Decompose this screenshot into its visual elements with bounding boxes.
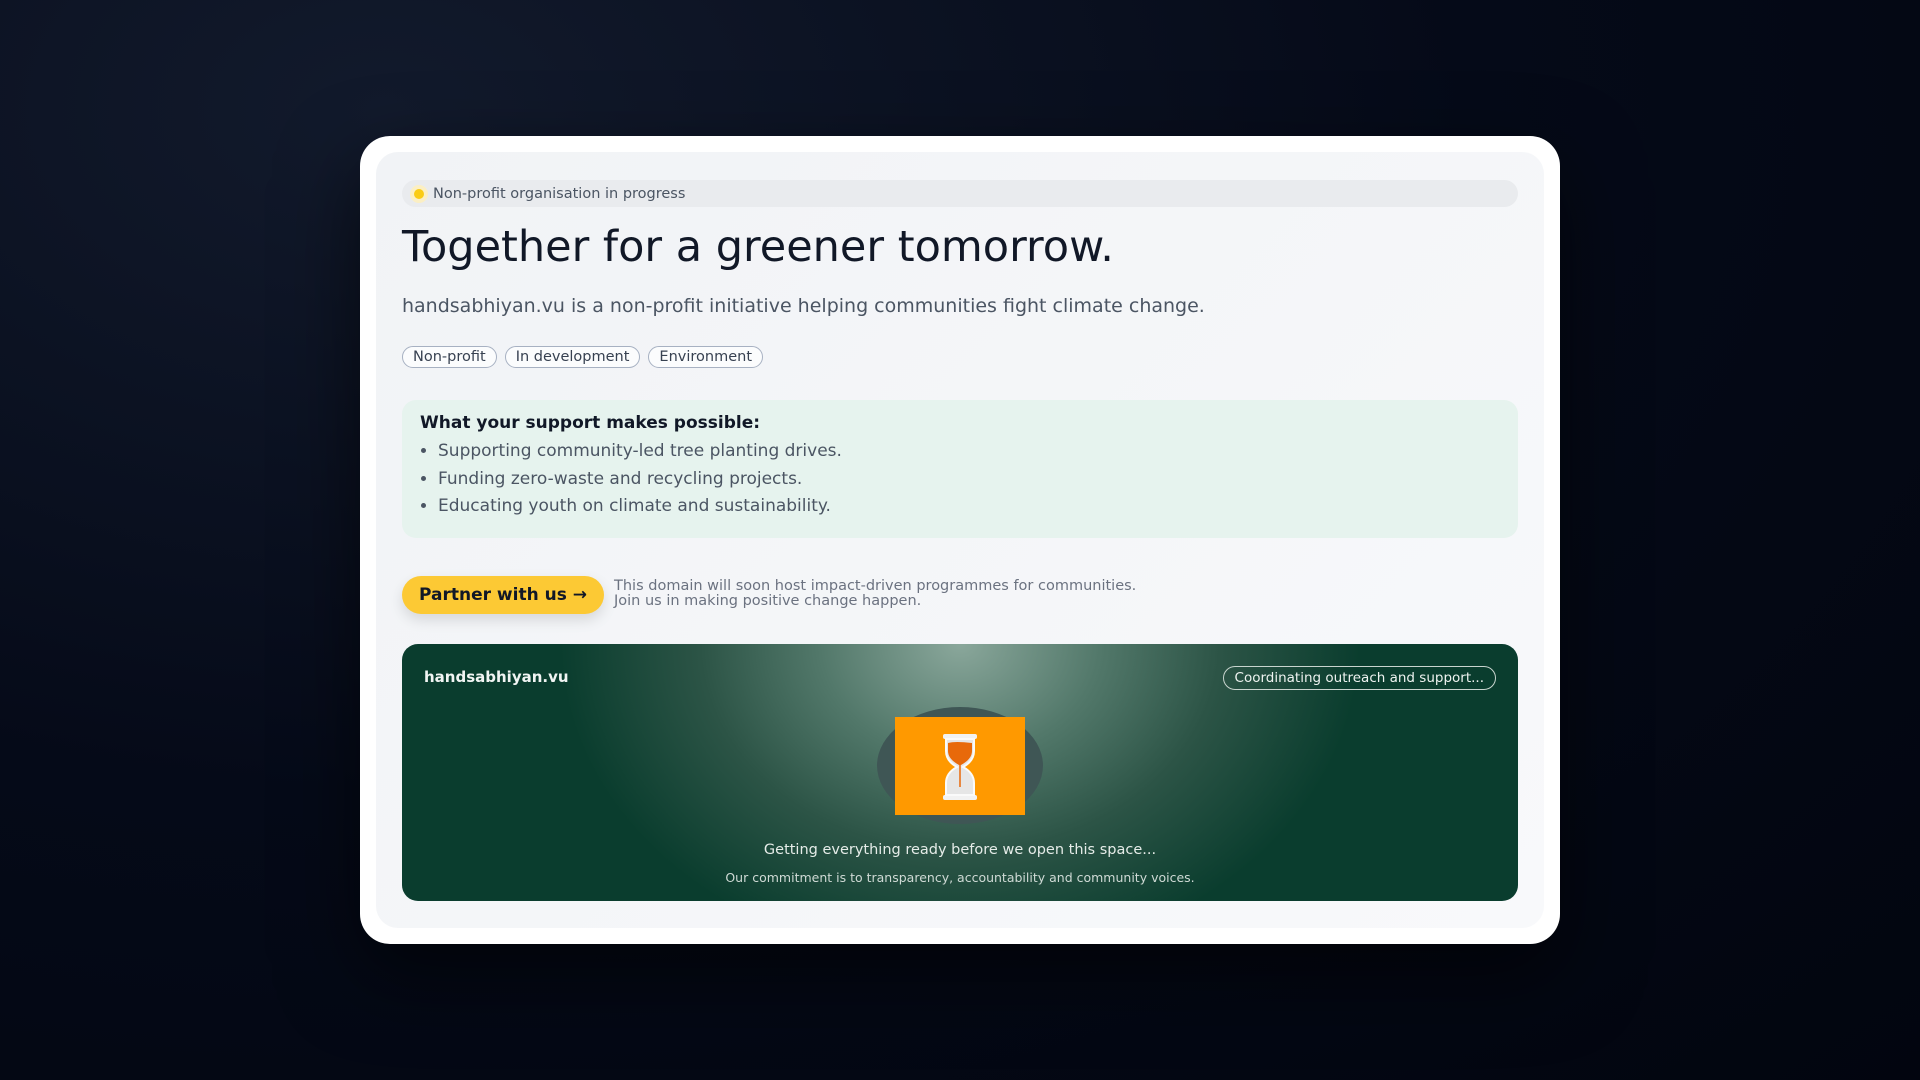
content-panel: Non-profit organisation in progress Toge… bbox=[376, 152, 1544, 928]
cta-note: This domain will soon host impact-driven… bbox=[614, 579, 1136, 609]
commitment-text: Our commitment is to transparency, accou… bbox=[725, 870, 1195, 885]
tag-list: Non-profit In development Environment bbox=[402, 346, 764, 368]
list-item: Funding zero-waste and recycling project… bbox=[438, 466, 1500, 494]
list-item: Educating youth on climate and sustainab… bbox=[438, 493, 1500, 521]
tag: Environment bbox=[648, 346, 764, 368]
tag: In development bbox=[504, 346, 641, 368]
list-item: Supporting community-led tree planting d… bbox=[438, 438, 1500, 466]
hourglass-icon bbox=[895, 717, 1025, 815]
support-box: What your support makes possible: Suppor… bbox=[402, 400, 1518, 538]
loading-message: Getting everything ready before we open … bbox=[763, 842, 1157, 858]
support-heading: What your support makes possible: bbox=[420, 413, 761, 433]
page-subtitle: handsabhiyan.vu is a non-profit initiati… bbox=[402, 295, 1205, 317]
status-text: Non-profit organisation in progress bbox=[433, 185, 686, 202]
note-line: This domain will soon host impact-driven… bbox=[614, 578, 1137, 594]
page-card: Non-profit organisation in progress Toge… bbox=[360, 136, 1560, 944]
domain-name: handsabhiyan.vu bbox=[424, 668, 569, 686]
partner-button[interactable]: Partner with us → bbox=[402, 576, 604, 614]
note-line: Join us in making positive change happen… bbox=[614, 593, 922, 609]
status-dot-icon bbox=[414, 188, 424, 199]
status-badge: Coordinating outreach and support... bbox=[1222, 666, 1496, 690]
tag: Non-profit bbox=[402, 346, 497, 368]
page-title: Together for a greener tomorrow. bbox=[402, 222, 1114, 272]
status-bar: Non-profit organisation in progress bbox=[402, 180, 1518, 207]
coming-soon-panel: handsabhiyan.vu Coordinating outreach an… bbox=[402, 644, 1518, 901]
